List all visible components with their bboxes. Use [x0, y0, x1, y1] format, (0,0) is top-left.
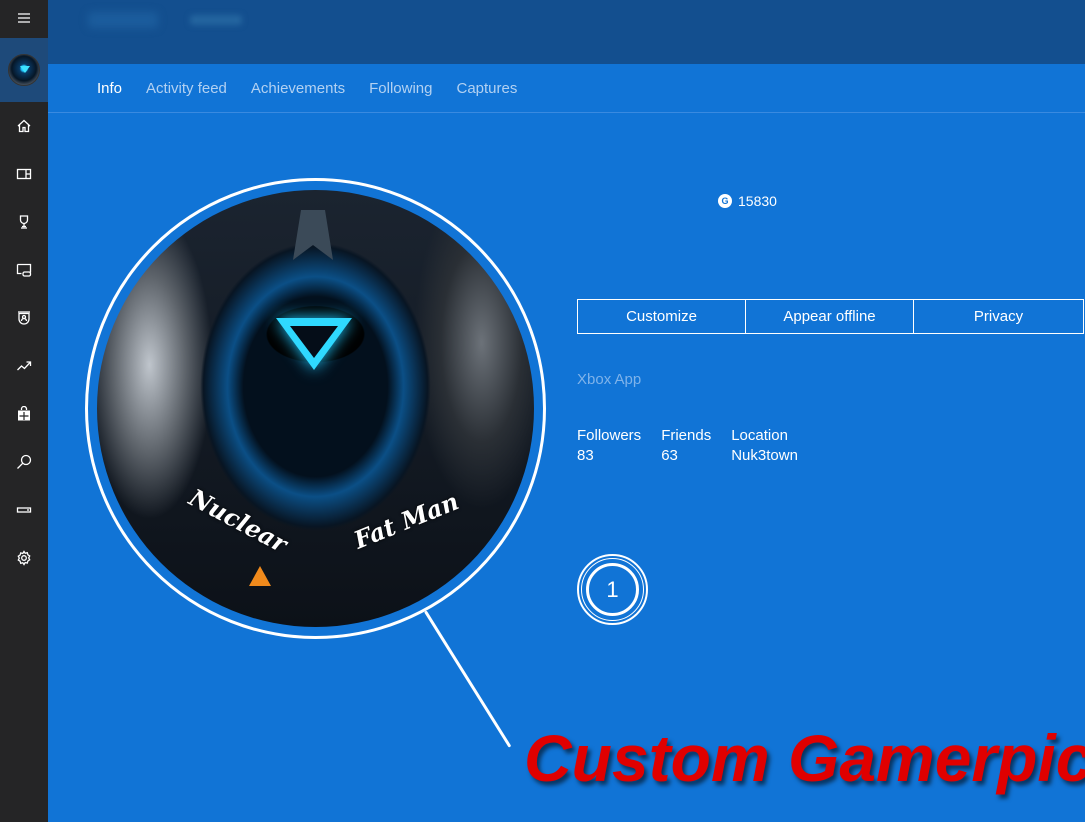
games-collection-icon [16, 168, 32, 180]
sidebar-item-store[interactable] [0, 390, 48, 438]
gamerpic-text-left: Nuclear [184, 482, 293, 559]
hood-crest [293, 210, 333, 260]
profile-tabs: Info Activity feed Achievements Followin… [48, 64, 1085, 113]
sidebar-item-clubs[interactable] [0, 294, 48, 342]
sidebar-item-home[interactable] [0, 102, 48, 150]
tab-activity-feed[interactable]: Activity feed [146, 80, 227, 97]
visor-inner [290, 326, 338, 358]
home-icon [17, 119, 31, 133]
bio-text: Xbox App [577, 371, 642, 388]
gamerscore-value: 15830 [738, 193, 777, 209]
sidebar [0, 0, 48, 822]
real-name-redacted [190, 15, 242, 25]
hamburger-menu-button[interactable] [0, 0, 48, 36]
gamerpic-text-right: Fat Man [349, 486, 463, 555]
appear-offline-button[interactable]: Appear offline [745, 299, 914, 334]
tab-achievements[interactable]: Achievements [251, 80, 345, 97]
tab-info[interactable]: Info [97, 80, 122, 97]
gamerpic-avatar [8, 54, 40, 86]
stat-value: 63 [661, 447, 678, 464]
triangle-logo-icon [249, 566, 271, 586]
tab-following[interactable]: Following [369, 80, 432, 97]
search-icon [17, 454, 32, 469]
console-icon [16, 507, 32, 513]
stat-label: Friends [661, 427, 712, 444]
sidebar-item-game-dvr[interactable] [0, 246, 48, 294]
gear-icon [17, 550, 31, 566]
stat-label: Followers [577, 427, 642, 444]
hamburger-menu-icon [18, 13, 30, 23]
profile-header [48, 0, 1085, 64]
gamerpic-image[interactable]: Nuclear Fat Man [97, 190, 534, 627]
trophy-icon [19, 215, 29, 229]
annotation-connector-line [424, 610, 512, 748]
profile-actions: Customize Appear offline Privacy [577, 299, 1084, 334]
tab-captures[interactable]: Captures [457, 80, 518, 97]
sidebar-item-connection[interactable] [0, 486, 48, 534]
customize-button[interactable]: Customize [577, 299, 746, 334]
custom-gamerpic-annotation: Custom Gamerpic [524, 721, 1085, 795]
gamerscore: G 15830 [718, 193, 777, 209]
gamertag-redacted [88, 12, 158, 28]
trending-icon [17, 361, 32, 371]
game-dvr-icon [16, 263, 32, 277]
sidebar-item-achievements[interactable] [0, 198, 48, 246]
reputation-level: 1 [586, 563, 639, 616]
sidebar-item-search[interactable] [0, 438, 48, 486]
sidebar-item-trending[interactable] [0, 342, 48, 390]
stat-value: 83 [577, 447, 594, 464]
stat-friends[interactable]: Friends 63 [661, 426, 711, 466]
stat-value: Nuk3town [731, 447, 798, 464]
sidebar-item-settings[interactable] [0, 534, 48, 582]
clubs-shield-icon [18, 311, 30, 325]
stat-location: Location Nuk3town [731, 426, 798, 466]
store-bag-icon [18, 406, 30, 421]
profile-stats: Followers 83 Friends 63 Location Nuk3tow… [577, 426, 818, 466]
stat-followers[interactable]: Followers 83 [577, 426, 641, 466]
sidebar-item-my-games[interactable] [0, 150, 48, 198]
profile-button[interactable] [0, 38, 48, 102]
reputation-badge[interactable]: 1 [577, 554, 648, 625]
stat-label: Location [731, 427, 788, 444]
gamerscore-icon: G [718, 194, 732, 208]
privacy-button[interactable]: Privacy [913, 299, 1084, 334]
